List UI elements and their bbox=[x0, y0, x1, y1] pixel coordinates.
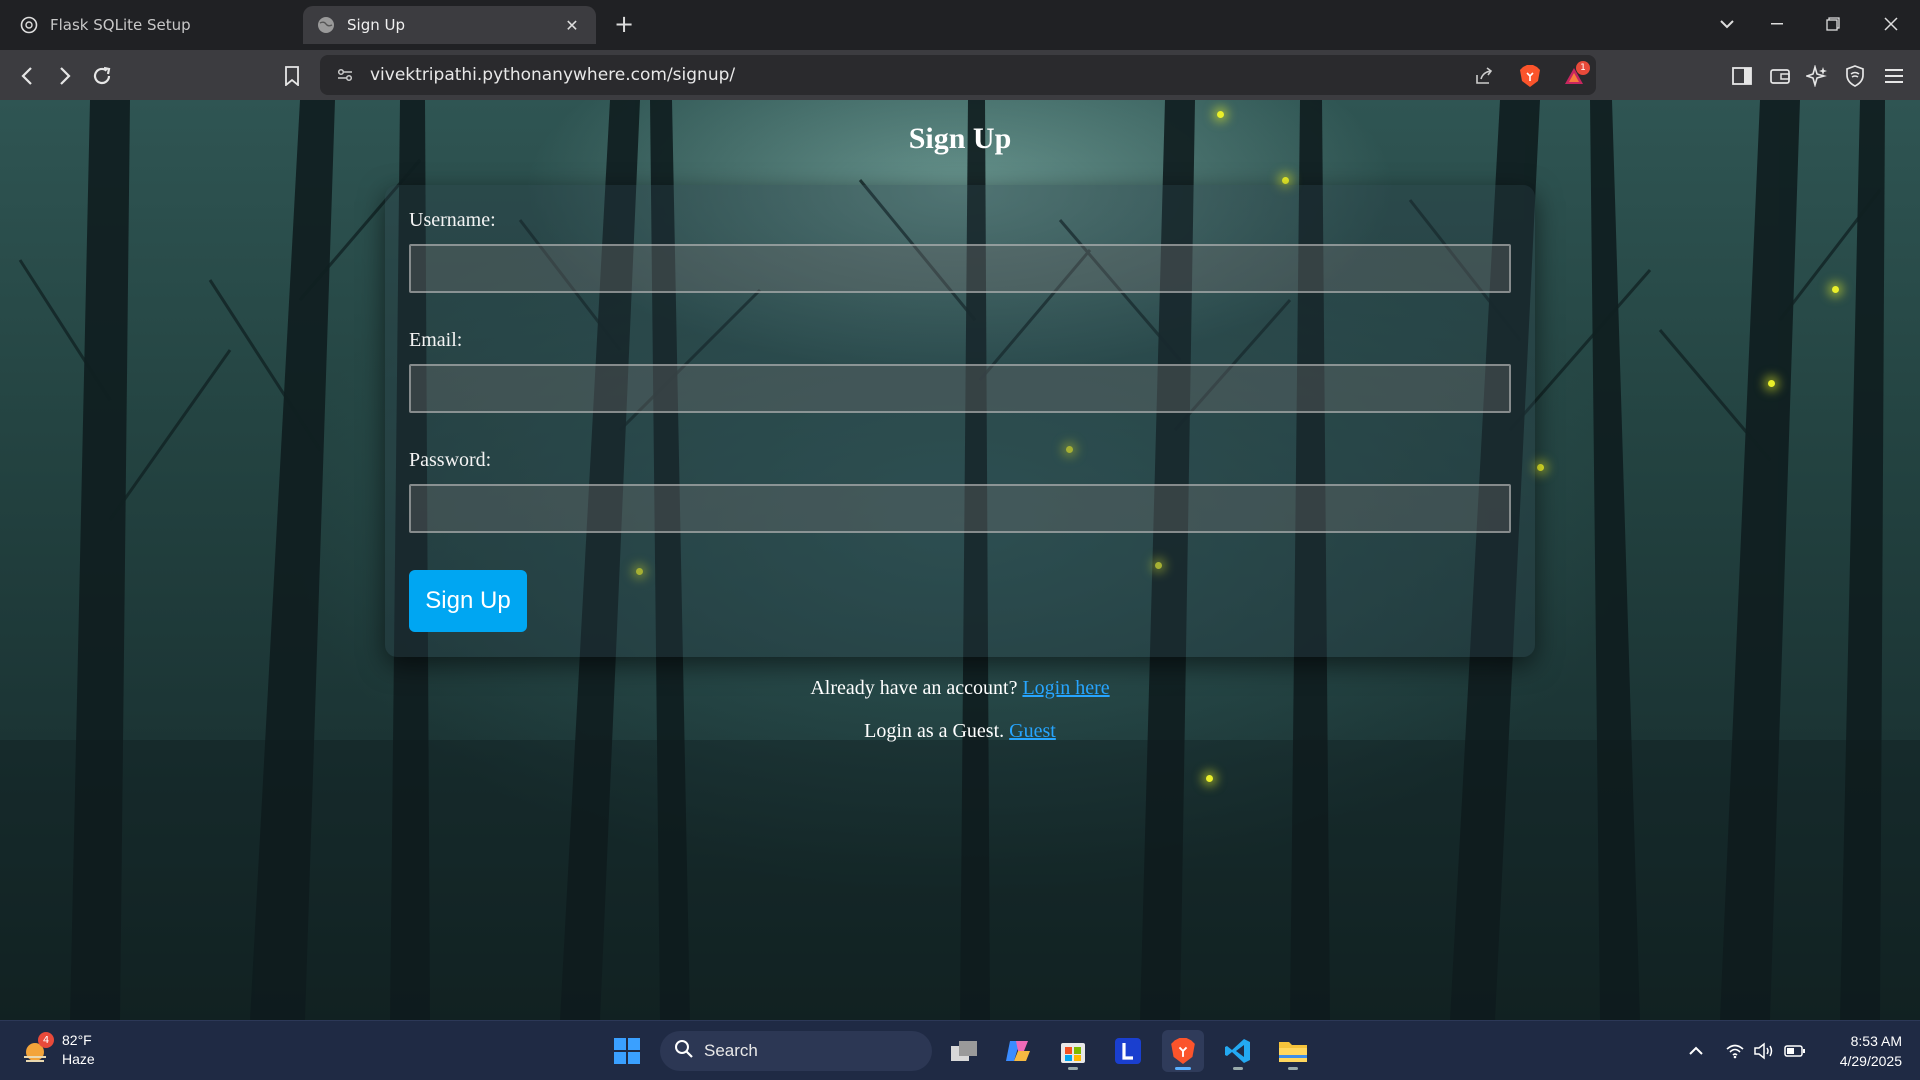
l-app-icon[interactable] bbox=[1107, 1030, 1149, 1072]
email-label: Email: bbox=[409, 329, 463, 351]
password-label: Password: bbox=[409, 449, 492, 471]
volume-icon[interactable] bbox=[1752, 1039, 1776, 1063]
running-indicator bbox=[1288, 1067, 1298, 1070]
browser-toolbar: vivektripathi.pythonanywhere.com/signup/… bbox=[0, 50, 1920, 100]
forward-button[interactable] bbox=[51, 62, 79, 90]
tab-label: Flask SQLite Setup bbox=[50, 16, 191, 34]
firefly bbox=[1832, 286, 1839, 293]
vpn-shield-icon[interactable] bbox=[1841, 62, 1869, 90]
signup-form: Username: Email: Password: Sign Up bbox=[385, 185, 1535, 657]
running-indicator bbox=[1233, 1067, 1243, 1070]
running-indicator bbox=[1175, 1067, 1191, 1070]
share-icon[interactable] bbox=[1470, 62, 1498, 90]
openai-icon bbox=[20, 16, 38, 34]
copilot-icon[interactable] bbox=[997, 1030, 1039, 1072]
tab-sign-up[interactable]: Sign Up ✕ bbox=[303, 6, 596, 44]
menu-icon[interactable] bbox=[1880, 62, 1908, 90]
site-settings-icon[interactable] bbox=[332, 62, 358, 88]
microsoft-store-icon[interactable] bbox=[1052, 1030, 1094, 1072]
task-view-icon[interactable] bbox=[943, 1030, 985, 1072]
tab-strip: Flask SQLite Setup Sign Up ✕ + bbox=[0, 0, 1920, 50]
weather-temp: 82°F bbox=[62, 1032, 92, 1048]
tab-label: Sign Up bbox=[347, 16, 405, 34]
url-text: vivektripathi.pythonanywhere.com/signup/ bbox=[370, 65, 736, 85]
clock-time: 8:53 AM bbox=[1850, 1033, 1902, 1049]
search-icon bbox=[674, 1039, 694, 1063]
close-tab-icon[interactable]: ✕ bbox=[562, 15, 582, 35]
password-input[interactable] bbox=[409, 484, 1511, 533]
bookmark-icon[interactable] bbox=[278, 62, 306, 90]
address-bar[interactable]: vivektripathi.pythonanywhere.com/signup/… bbox=[320, 55, 1596, 95]
firefly bbox=[1537, 464, 1544, 471]
firefly bbox=[1217, 111, 1224, 118]
login-link[interactable]: Login here bbox=[1022, 677, 1109, 699]
file-explorer-icon[interactable] bbox=[1272, 1030, 1314, 1072]
firefly bbox=[1282, 177, 1289, 184]
close-window-button[interactable] bbox=[1876, 12, 1906, 36]
system-clock[interactable]: 8:53 AM 4/29/2025 bbox=[1822, 1031, 1902, 1071]
email-input[interactable] bbox=[409, 364, 1511, 413]
search-label: Search bbox=[704, 1041, 758, 1060]
notification-badge: 1 bbox=[1576, 61, 1590, 75]
username-label: Username: bbox=[409, 209, 496, 231]
wallet-icon[interactable] bbox=[1766, 62, 1794, 90]
leo-ai-icon[interactable] bbox=[1803, 62, 1831, 90]
globe-icon bbox=[317, 16, 335, 34]
start-button[interactable] bbox=[606, 1030, 648, 1072]
login-prompt-text: Already have an account? bbox=[810, 677, 1018, 699]
minimize-button[interactable] bbox=[1762, 12, 1792, 36]
guest-prompt-text: Login as a Guest. bbox=[864, 720, 1005, 742]
sign-up-button[interactable]: Sign Up bbox=[409, 570, 527, 632]
weather-widget[interactable]: 4 82°F Haze bbox=[20, 1031, 95, 1069]
firefly bbox=[1206, 775, 1213, 782]
taskbar: 4 82°F Haze Search 8:53 AM 4/29/2025 bbox=[0, 1020, 1920, 1080]
firefly bbox=[1768, 380, 1775, 387]
sidebar-icon[interactable] bbox=[1728, 62, 1756, 90]
weather-desc: Haze bbox=[62, 1051, 95, 1067]
battery-icon[interactable] bbox=[1783, 1039, 1807, 1063]
weather-badge: 4 bbox=[38, 1032, 54, 1048]
restore-button[interactable] bbox=[1818, 12, 1848, 36]
vscode-icon[interactable] bbox=[1217, 1030, 1259, 1072]
tab-list-chevron-icon[interactable] bbox=[1712, 12, 1742, 36]
back-button[interactable] bbox=[13, 62, 41, 90]
taskbar-search[interactable]: Search bbox=[660, 1031, 932, 1071]
username-input[interactable] bbox=[409, 244, 1511, 293]
page-title: Sign Up bbox=[908, 122, 1012, 155]
page-viewport: Sign Up Username: Email: Password: Sign … bbox=[0, 100, 1920, 1020]
brave-browser-icon[interactable] bbox=[1162, 1030, 1204, 1072]
brave-shields-icon[interactable] bbox=[1516, 62, 1544, 90]
show-hidden-icons-chevron-icon[interactable] bbox=[1684, 1039, 1708, 1063]
brave-rewards-icon[interactable]: 1 bbox=[1560, 61, 1590, 90]
guest-prompt-line: Login as a Guest. Guest bbox=[0, 720, 1920, 743]
clock-date: 4/29/2025 bbox=[1839, 1053, 1902, 1069]
new-tab-button[interactable]: + bbox=[610, 10, 638, 38]
weather-sun-icon: 4 bbox=[20, 1032, 54, 1065]
wifi-icon[interactable] bbox=[1723, 1039, 1747, 1063]
login-prompt-line: Already have an account? Login here bbox=[0, 677, 1920, 700]
guest-link[interactable]: Guest bbox=[1009, 720, 1056, 742]
reload-button[interactable] bbox=[88, 62, 116, 90]
running-indicator bbox=[1068, 1067, 1078, 1070]
tab-flask-sqlite-setup[interactable]: Flask SQLite Setup bbox=[10, 6, 300, 44]
